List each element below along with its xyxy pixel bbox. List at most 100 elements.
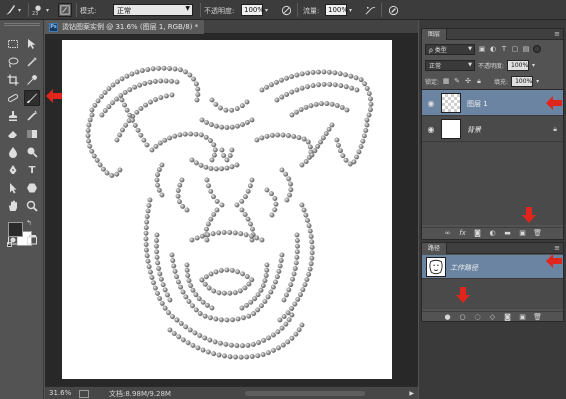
zoom-tool-icon[interactable]	[24, 198, 40, 214]
history-brush-tool-icon[interactable]	[24, 108, 40, 124]
opacity-dropdown[interactable]: ▾	[265, 4, 273, 16]
clone-stamp-tool-icon[interactable]	[5, 108, 21, 124]
rhinestone-dots	[85, 65, 374, 360]
layers-panel-footer: ∞ fx ◙ ◐ ▬ ▣ 🗑︎	[422, 227, 563, 238]
path-row[interactable]: 工作路径	[422, 255, 563, 279]
chevron-down-icon[interactable]: ▾	[532, 62, 535, 69]
load-as-selection-icon[interactable]: ◌	[474, 313, 482, 321]
filter-toggle[interactable]	[533, 45, 541, 53]
layer-opacity-label: 不透明度:	[478, 62, 505, 70]
eyedropper-tool-icon[interactable]	[24, 72, 40, 88]
lock-transparency-icon[interactable]: ▦	[442, 77, 450, 85]
magic-wand-tool-icon[interactable]	[24, 54, 40, 70]
flow-input[interactable]: 100%	[325, 4, 348, 16]
tab-paths[interactable]: 路径	[422, 243, 448, 254]
hand-tool-icon[interactable]	[5, 198, 21, 214]
lock-position-icon[interactable]: ✣	[464, 77, 472, 85]
mode-label: 模式:	[80, 7, 97, 15]
panel-grip[interactable]	[4, 23, 40, 26]
gradient-tool-icon[interactable]	[24, 126, 40, 142]
type-tool-icon[interactable]: T	[24, 162, 40, 178]
layer-filter-value: ρ 类型	[429, 46, 447, 54]
brush-picker-dropdown[interactable]: ▾	[46, 4, 54, 16]
layer-filter-row: ρ 类型 ▼ ▣ ◐ T ▢ ▤	[425, 43, 560, 55]
lock-icon: 🔒︎	[553, 125, 557, 133]
airbrush-icon[interactable]	[363, 3, 377, 17]
chevron-down-icon: ▼	[468, 46, 472, 52]
filter-type-icon[interactable]: T	[500, 45, 508, 53]
panel-menu-icon[interactable]: ≡	[554, 30, 560, 38]
layer-opacity-input[interactable]: 100%	[507, 59, 530, 71]
layer-style-icon[interactable]: fx	[459, 229, 467, 237]
zoom-readout[interactable]: 31.6%	[49, 389, 71, 397]
tab-layers[interactable]: 图层	[422, 29, 448, 40]
pressure-opacity-icon[interactable]	[279, 3, 293, 17]
horizontal-scrollbar[interactable]	[245, 391, 365, 396]
panel-dock: 图层 ≡ ρ 类型 ▼ ▣ ◐ T ▢ ▤ 正常 ▼ 不透明度: 100% ▾ 锁定	[419, 20, 566, 399]
document-size-readout[interactable]: 文档:8.98M/9.28M	[109, 389, 171, 399]
chevron-down-icon[interactable]: ▾	[536, 78, 539, 85]
custom-shape-tool-icon[interactable]	[24, 180, 40, 196]
add-mask-icon[interactable]: ◙	[474, 229, 482, 237]
flow-dropdown[interactable]: ▾	[349, 4, 357, 16]
filter-shape-icon[interactable]: ▢	[511, 45, 519, 53]
ps-file-icon: Ps	[49, 22, 58, 32]
layers-panel-header: 图层 ≡	[422, 29, 563, 40]
path-selection-tool-icon[interactable]	[5, 180, 21, 196]
visibility-eye-icon[interactable]: ◉	[426, 98, 436, 108]
dodge-tool-icon[interactable]	[24, 144, 40, 160]
eraser-tool-icon[interactable]	[5, 126, 21, 142]
paths-panel-header: 路径 ≡	[422, 243, 563, 254]
fill-path-icon[interactable]: ●	[444, 313, 452, 321]
mode-select[interactable]: 正常 ▼	[113, 4, 193, 16]
export-icon[interactable]	[79, 390, 89, 398]
panel-menu-icon[interactable]: ≡	[554, 244, 560, 252]
brush-tool-icon[interactable]	[24, 90, 40, 106]
foreground-color-swatch[interactable]	[8, 222, 23, 237]
lock-fill-row: 锁定: ▦ ✎ ✣ 🔒︎ 填充: 100% ▾	[425, 75, 560, 87]
filter-adjustment-icon[interactable]: ◐	[489, 45, 497, 53]
layer-opacity-value: 100%	[511, 61, 529, 69]
fill-input[interactable]: 100%	[511, 75, 534, 87]
brush-panel-toggle-icon[interactable]	[58, 3, 72, 17]
scroll-right-icon[interactable]: ▶	[409, 390, 414, 397]
new-group-icon[interactable]: ▬	[504, 229, 512, 237]
blend-mode-select[interactable]: 正常 ▼	[425, 59, 475, 71]
crop-tool-icon[interactable]	[5, 72, 21, 88]
delete-path-icon[interactable]: 🗑︎	[533, 313, 542, 321]
filter-pixel-icon[interactable]: ▣	[478, 45, 486, 53]
blend-mode-value: 正常	[429, 62, 442, 70]
blur-tool-icon[interactable]	[5, 144, 21, 160]
brush-tool-preset-icon[interactable]	[3, 3, 17, 17]
make-work-path-icon[interactable]: ◇	[489, 313, 497, 321]
path-name: 工作路径	[450, 264, 478, 272]
screen-mode-icon[interactable]	[24, 232, 40, 248]
swap-colors-icon[interactable]: ↰	[26, 219, 32, 227]
new-path-icon[interactable]: ▣	[519, 313, 527, 321]
move-tool-icon[interactable]	[24, 36, 40, 52]
tool-preset-dropdown[interactable]: ▾	[18, 4, 26, 16]
opacity-input[interactable]: 100%	[241, 4, 264, 16]
lock-pixels-icon[interactable]: ✎	[453, 77, 461, 85]
healing-brush-tool-icon[interactable]	[5, 90, 21, 106]
adjustment-layer-icon[interactable]: ◐	[489, 229, 497, 237]
visibility-eye-icon[interactable]: ◉	[426, 124, 436, 134]
delete-layer-icon[interactable]: 🗑︎	[533, 229, 542, 237]
layer-filter-select[interactable]: ρ 类型 ▼	[425, 43, 475, 55]
pen-tool-icon[interactable]	[5, 162, 21, 178]
stroke-path-icon[interactable]: ○	[459, 313, 467, 321]
lasso-tool-icon[interactable]	[5, 54, 21, 70]
new-layer-icon[interactable]: ▣	[519, 229, 527, 237]
document-tab[interactable]: Ps 烫钻图案实例 @ 31.6% (图层 1, RGB/8) *	[45, 20, 205, 34]
layer-row[interactable]: ◉ 图层 1	[422, 90, 563, 116]
separator	[297, 3, 298, 17]
canvas[interactable]	[62, 40, 392, 379]
filter-smart-object-icon[interactable]: ▤	[522, 45, 530, 53]
add-mask-icon[interactable]: ◙	[504, 313, 512, 321]
marquee-tool-icon[interactable]	[5, 36, 21, 52]
opacity-label: 不透明度:	[204, 7, 235, 15]
pressure-size-icon[interactable]	[386, 3, 400, 17]
link-layers-icon[interactable]: ∞	[444, 229, 452, 237]
lock-all-icon[interactable]: 🔒︎	[475, 77, 483, 85]
layer-row[interactable]: ◉ 背景 🔒︎	[422, 116, 563, 142]
